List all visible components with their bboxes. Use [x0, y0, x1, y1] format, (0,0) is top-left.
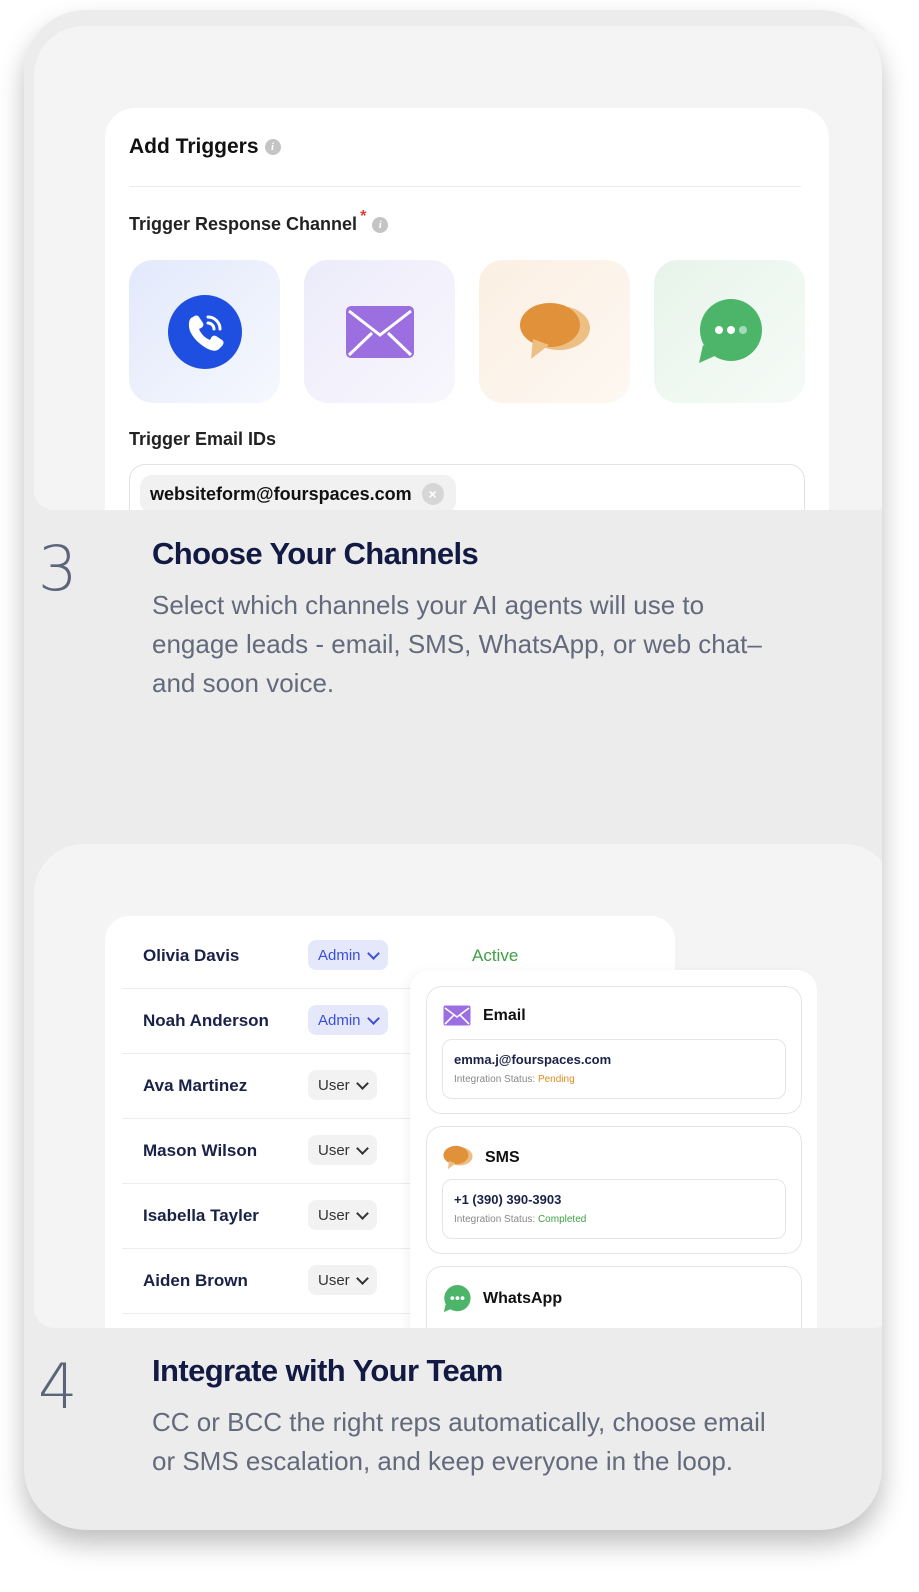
integration-value: emma.j@fourspaces.com [454, 1052, 612, 1067]
integration-value: +1 (390) 390-3903 [454, 1192, 562, 1207]
add-triggers-card: Add Triggers i Trigger Response Channel … [105, 108, 829, 510]
status-prefix: Integration Status: [454, 1074, 536, 1085]
chevron-down-icon [355, 1141, 369, 1155]
feature-card: Add Triggers i Trigger Response Channel … [24, 10, 882, 1530]
phone-icon [167, 294, 242, 369]
integration-card-email[interactable]: Email emma.j@fourspaces.com Integration … [426, 986, 802, 1114]
member-name: Aiden Brown [143, 1271, 248, 1290]
chevron-down-icon [366, 946, 380, 960]
chevron-down-icon [355, 1206, 369, 1220]
step-description: Select which channels your AI agents wil… [152, 590, 762, 698]
info-icon[interactable]: i [372, 216, 389, 233]
chat-icon [698, 298, 762, 363]
role-label: User [318, 1141, 350, 1159]
integration-status: Integration Status: Completed [454, 1214, 586, 1225]
email-chip-text: websiteform@fourspaces.com [150, 483, 412, 504]
sms-icon [443, 1145, 473, 1170]
table-row: Aiden Brown User [122, 1249, 412, 1314]
add-triggers-heading: Add Triggers [129, 135, 259, 158]
channel-tile-phone[interactable] [129, 260, 280, 403]
channel-tile-sms[interactable] [479, 260, 630, 403]
divider [129, 186, 801, 187]
triggers-preview: Add Triggers i Trigger Response Channel … [34, 26, 882, 510]
channel-label: Trigger Response Channel * i [129, 208, 389, 235]
step-number: 3 [38, 532, 78, 605]
member-name: Isabella Tayler [143, 1206, 259, 1225]
integration-status: Integration Status: Pending [454, 1074, 575, 1085]
chevron-down-icon [355, 1271, 369, 1285]
whatsapp-icon [443, 1285, 471, 1313]
role-dropdown[interactable]: Admin [308, 940, 388, 970]
table-row: Noah Anderson Admin [122, 989, 412, 1054]
table-row: Isabella Tayler User [122, 1184, 412, 1249]
chevron-down-icon [355, 1076, 369, 1090]
role-dropdown[interactable]: User [308, 1135, 377, 1165]
integration-value-box: +1 (390) 390-3903 Integration Status: Co… [442, 1179, 786, 1239]
member-name: Olivia Davis [143, 946, 240, 965]
step-description: CC or BCC the right reps automatically, … [152, 1407, 766, 1476]
step-number: 4 [38, 1350, 78, 1423]
channel-label-text: Trigger Response Channel [129, 214, 358, 234]
integration-name: WhatsApp [483, 1290, 563, 1307]
role-label: Admin [318, 1011, 361, 1029]
member-name: Ava Martinez [143, 1076, 248, 1095]
team-preview: Olivia Davis Admin Active Noah Anderson … [34, 844, 882, 1328]
channel-tile-chat[interactable] [654, 260, 805, 403]
status-value: Completed [537, 1214, 587, 1225]
integration-name: SMS [485, 1149, 520, 1166]
table-row: Mason Wilson User [122, 1119, 412, 1184]
role-dropdown[interactable]: User [308, 1200, 377, 1230]
integration-header: SMS [443, 1145, 520, 1171]
member-name: Mason Wilson [143, 1141, 258, 1160]
remove-chip-icon[interactable]: × [421, 483, 444, 505]
step-title: Integrate with Your Team [152, 1353, 503, 1388]
integration-card-sms[interactable]: SMS +1 (390) 390-3903 Integration Status… [426, 1126, 802, 1254]
channel-tiles [129, 260, 805, 403]
email-chip: websiteform@fourspaces.com × [140, 475, 456, 510]
status-badge: Active [472, 946, 519, 965]
mail-icon [443, 1005, 471, 1026]
channel-tile-email[interactable] [304, 260, 455, 403]
status-value: Pending [537, 1074, 575, 1085]
table-row: Ava Martinez User [122, 1054, 412, 1119]
sms-icon [519, 302, 590, 359]
integration-header: WhatsApp [443, 1285, 562, 1313]
integration-card-whatsapp[interactable]: WhatsApp [426, 1266, 802, 1328]
step-title: Choose Your Channels [152, 536, 479, 571]
status-prefix: Integration Status: [454, 1214, 536, 1225]
role-label: User [318, 1206, 350, 1224]
email-ids-input[interactable]: websiteform@fourspaces.com × [129, 464, 805, 510]
role-dropdown[interactable]: User [308, 1070, 377, 1100]
role-label: Admin [318, 946, 361, 964]
role-label: User [318, 1076, 350, 1094]
required-mark: * [360, 207, 367, 225]
integrations-panel: Email emma.j@fourspaces.com Integration … [410, 970, 817, 1328]
integration-name: Email [483, 1006, 526, 1024]
mail-icon [345, 305, 414, 358]
role-dropdown[interactable]: User [308, 1265, 377, 1295]
integration-value-box: emma.j@fourspaces.com Integration Status… [442, 1039, 786, 1099]
add-triggers-title: Add Triggers i [129, 135, 281, 159]
integration-header: Email [443, 1005, 526, 1026]
member-name: Noah Anderson [143, 1011, 269, 1030]
info-icon[interactable]: i [264, 139, 281, 155]
chevron-down-icon [366, 1011, 380, 1025]
table-row: Olivia Davis Admin [122, 924, 412, 989]
role-label: User [318, 1271, 350, 1289]
email-ids-label: Trigger Email IDs [129, 429, 277, 449]
role-dropdown[interactable]: Admin [308, 1005, 388, 1035]
